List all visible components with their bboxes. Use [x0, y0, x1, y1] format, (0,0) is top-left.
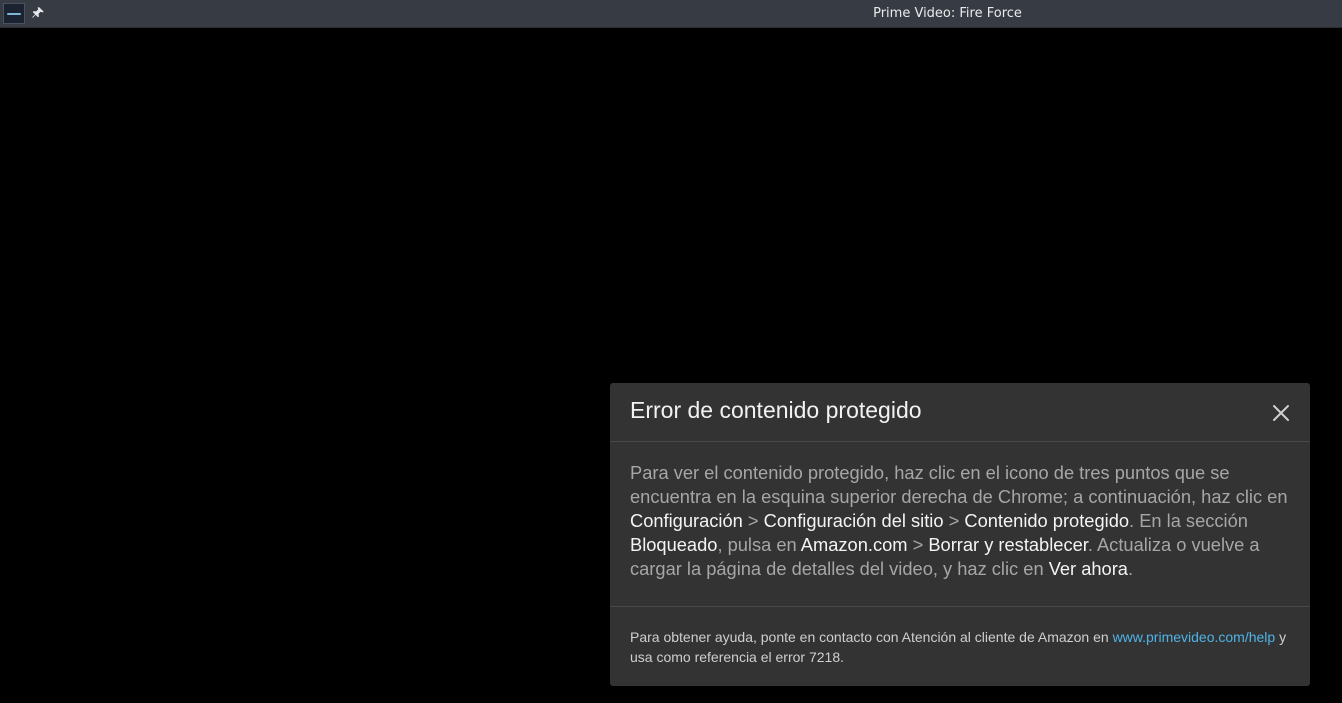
message-text: > — [907, 534, 929, 555]
close-icon[interactable] — [1270, 402, 1292, 424]
message-highlight-protected-content: Contenido protegido — [964, 510, 1130, 531]
footer-text: Para obtener ayuda, ponte en contacto co… — [630, 629, 1113, 645]
message-highlight-blocked: Bloqueado — [630, 534, 718, 555]
dialog-footer: Para obtener ayuda, ponte en contacto co… — [610, 607, 1310, 667]
dialog-header: Error de contenido protegido — [610, 383, 1310, 442]
message-highlight-site-settings: Configuración del sitio — [763, 510, 944, 531]
help-link[interactable]: www.primevideo.com/help — [1113, 629, 1276, 645]
message-text: > — [742, 510, 764, 531]
dialog-message: Para ver el contenido protegido, haz cli… — [610, 442, 1310, 607]
dialog-title: Error de contenido protegido — [630, 397, 922, 423]
message-highlight-settings: Configuración — [630, 510, 743, 531]
message-highlight-clear-reset: Borrar y restablecer — [928, 534, 1088, 555]
message-text: > — [943, 510, 965, 531]
window-titlebar: Prime Video: Fire Force — [0, 0, 1342, 28]
message-text: . — [1127, 558, 1134, 579]
message-text: Para ver el contenido protegido, haz cli… — [630, 462, 1288, 507]
message-highlight-amazon: Amazon.com — [800, 534, 908, 555]
window-title: Prime Video: Fire Force — [873, 6, 1022, 21]
message-highlight-watch-now: Ver ahora — [1048, 558, 1128, 579]
message-text: . En la sección — [1129, 510, 1248, 531]
message-text: , pulsa en — [717, 534, 801, 555]
protected-content-error-dialog: Error de contenido protegido Para ver el… — [610, 383, 1310, 686]
